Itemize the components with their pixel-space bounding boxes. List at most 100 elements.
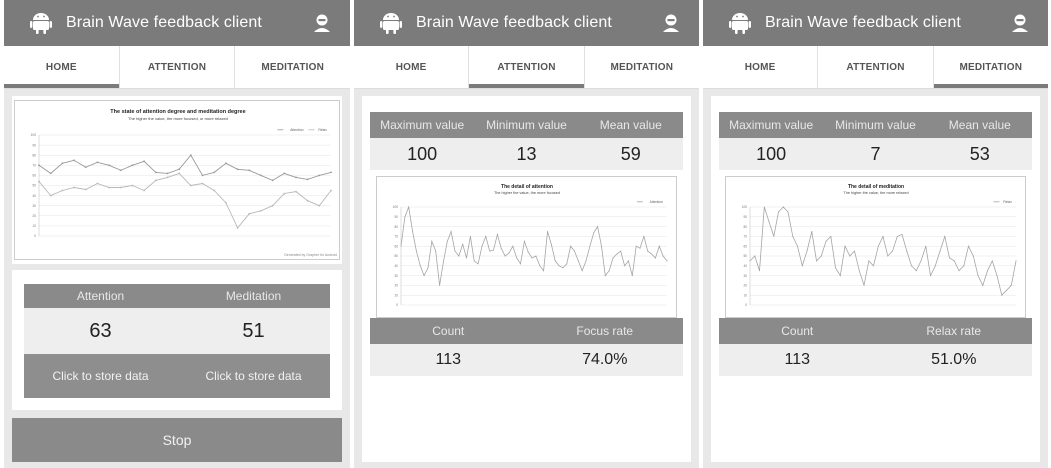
data-point xyxy=(283,172,286,175)
data-point xyxy=(658,245,660,247)
data-point xyxy=(839,275,841,277)
data-point xyxy=(635,245,637,247)
android-icon xyxy=(30,13,52,34)
tab-bar: HOME ATTENTION MEDITATION xyxy=(354,46,699,89)
store-attention-button[interactable]: Click to store data xyxy=(24,369,177,383)
store-meditation-button[interactable]: Click to store data xyxy=(177,369,330,383)
data-point xyxy=(949,257,950,259)
y-tick-label: 10 xyxy=(394,293,398,297)
data-point xyxy=(408,206,410,208)
data-point xyxy=(768,221,770,223)
data-point xyxy=(306,178,309,181)
data-point xyxy=(473,260,475,262)
data-point xyxy=(858,270,860,272)
data-point xyxy=(1015,260,1017,262)
data-point xyxy=(654,257,656,259)
data-point xyxy=(801,265,803,267)
data-point xyxy=(435,250,437,252)
data-point xyxy=(782,206,784,208)
data-point xyxy=(271,179,274,182)
y-tick-label: 0 xyxy=(396,303,398,307)
meditation-label: Meditation xyxy=(225,289,282,303)
data-point xyxy=(759,270,760,272)
tab-home[interactable]: HOME xyxy=(4,46,119,88)
data-point xyxy=(330,171,332,174)
data-point xyxy=(154,171,157,174)
attention-label: Attention xyxy=(76,289,125,303)
data-point xyxy=(939,250,941,252)
data-point xyxy=(906,250,908,252)
data-point xyxy=(412,231,414,232)
tab-attention[interactable]: ATTENTION xyxy=(468,46,584,88)
attention-screen: Brain Wave feedback client HOME ATTENTIO… xyxy=(354,0,699,468)
attention-chart: The detail of attention The higher the v… xyxy=(376,176,677,318)
summary-header: Count Focus rate xyxy=(370,318,683,344)
data-point xyxy=(119,186,122,189)
mean-label: Mean value xyxy=(948,118,1011,132)
count-label: Count xyxy=(432,324,465,338)
data-point xyxy=(901,233,903,235)
data-point xyxy=(547,231,548,232)
data-point xyxy=(643,235,645,237)
y-tick-label: 80 xyxy=(394,225,398,229)
data-point xyxy=(581,270,583,272)
data-point xyxy=(877,245,879,247)
data-point xyxy=(493,249,494,251)
data-point xyxy=(38,180,40,183)
app-title: Brain Wave feedback client xyxy=(765,14,961,31)
legend-label: Relax xyxy=(318,128,327,132)
data-point xyxy=(651,253,653,255)
android-icon xyxy=(380,13,402,34)
data-point xyxy=(248,169,251,172)
data-point xyxy=(131,164,134,167)
data-point xyxy=(178,172,181,175)
data-point xyxy=(450,231,452,232)
user-icon[interactable] xyxy=(312,13,332,33)
data-point xyxy=(330,189,332,192)
stop-button[interactable]: Stop xyxy=(12,418,342,462)
y-tick-label: 40 xyxy=(743,264,747,268)
user-icon[interactable] xyxy=(661,13,681,33)
data-point xyxy=(213,189,216,192)
data-point xyxy=(49,172,52,175)
data-point xyxy=(201,174,204,177)
y-tick-label: 90 xyxy=(394,215,398,219)
max-value: 100 xyxy=(407,143,438,164)
data-point xyxy=(1001,294,1003,296)
y-tick-label: 50 xyxy=(32,184,36,188)
count-value: 113 xyxy=(435,351,461,368)
tab-home[interactable]: HOME xyxy=(354,46,468,88)
user-icon[interactable] xyxy=(1010,13,1030,33)
data-point xyxy=(535,255,537,257)
tab-meditation[interactable]: MEDITATION xyxy=(932,46,1048,88)
tab-home[interactable]: HOME xyxy=(703,46,817,88)
y-tick-label: 90 xyxy=(743,215,747,219)
y-tick-label: 80 xyxy=(743,225,747,229)
data-point xyxy=(61,189,64,192)
meditation-screen: Brain Wave feedback client HOME ATTENTIO… xyxy=(703,0,1048,468)
data-point xyxy=(589,245,591,247)
data-point xyxy=(73,186,75,189)
readout-header: Attention Meditation xyxy=(24,284,330,308)
data-point xyxy=(604,275,606,277)
app-bar: Brain Wave feedback client xyxy=(4,0,350,46)
data-point xyxy=(236,168,239,171)
data-point xyxy=(166,172,169,175)
y-tick-label: 20 xyxy=(32,214,36,218)
y-tick-label: 70 xyxy=(394,235,398,239)
tab-attention[interactable]: ATTENTION xyxy=(817,46,932,88)
tab-meditation[interactable]: MEDITATION xyxy=(234,46,350,88)
tab-meditation[interactable]: MEDITATION xyxy=(583,46,699,88)
data-point xyxy=(882,235,884,237)
y-tick-label: 60 xyxy=(394,244,398,248)
chart-title: The state of attention degree and medita… xyxy=(110,109,245,115)
min-label: Minimum value xyxy=(486,118,567,132)
data-point xyxy=(1010,284,1012,286)
app-bar: Brain Wave feedback client xyxy=(354,0,699,46)
tab-attention[interactable]: ATTENTION xyxy=(118,46,235,88)
y-tick-label: 0 xyxy=(34,234,36,238)
data-point xyxy=(925,245,927,247)
mean-label: Mean value xyxy=(599,118,662,132)
data-point xyxy=(896,235,898,237)
chart-title: The detail of attention xyxy=(501,184,553,190)
